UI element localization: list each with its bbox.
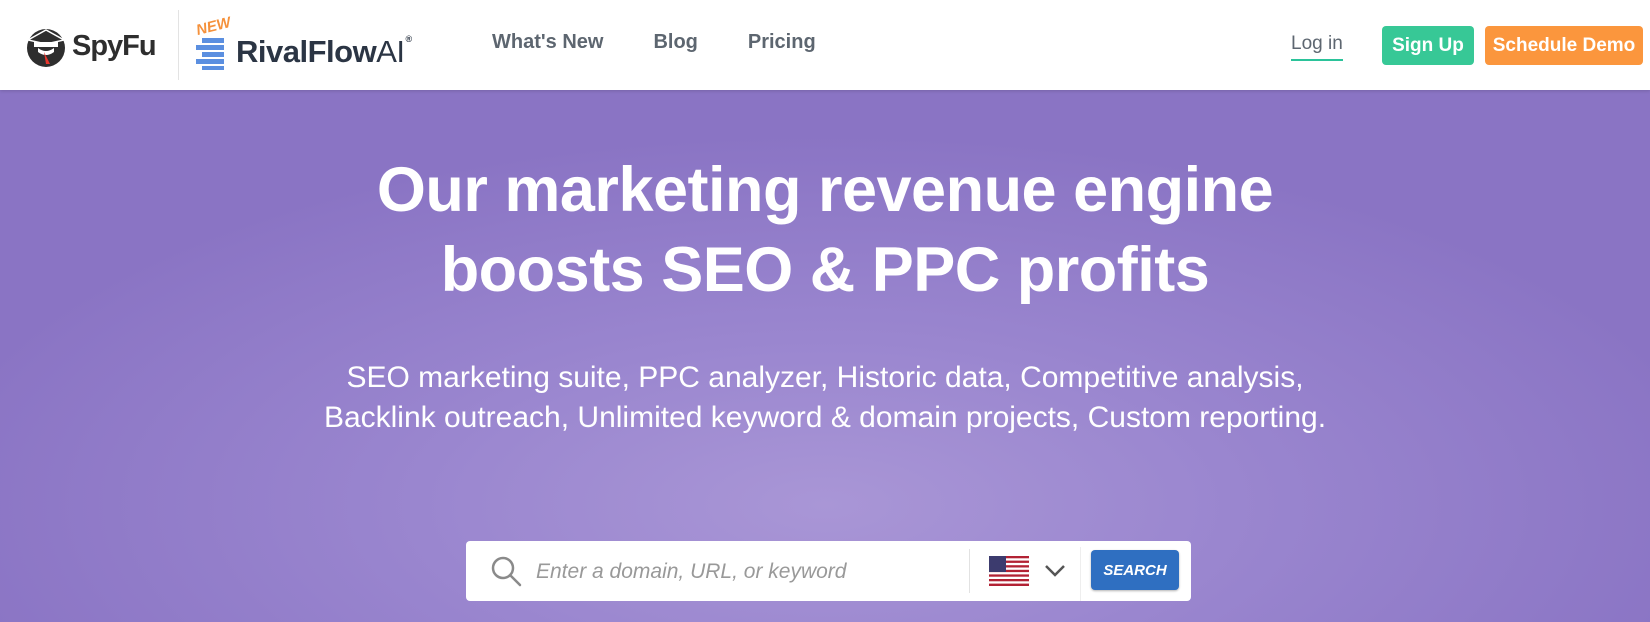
- hero-headline-line2: boosts SEO & PPC profits: [440, 235, 1210, 305]
- registered-mark: ®: [405, 34, 413, 44]
- rivalflow-stripes-icon: [196, 38, 224, 70]
- logo-divider: [178, 10, 179, 80]
- spyfu-spy-icon: [25, 29, 67, 67]
- schedule-demo-button[interactable]: Schedule Demo: [1485, 26, 1643, 65]
- hero-subhead: SEO marketing suite, PPC analyzer, Histo…: [323, 361, 1327, 434]
- spyfu-logo-text: SpyFu: [72, 29, 157, 62]
- main-nav: What's New Blog Pricing: [492, 31, 866, 54]
- country-select[interactable]: [989, 555, 1089, 587]
- search-icon: [491, 556, 522, 587]
- rivalflow-logo-text: RivalFlowAI®: [236, 32, 412, 72]
- search-bar: SEARCH: [466, 541, 1191, 601]
- nav-pricing[interactable]: Pricing: [748, 31, 816, 54]
- hero-headline-line1: Our marketing revenue engine: [376, 155, 1274, 225]
- search-divider-2: [1080, 547, 1081, 601]
- rivalflow-logo-ai: AI: [376, 34, 405, 69]
- search-button[interactable]: SEARCH: [1091, 550, 1179, 590]
- search-input[interactable]: [534, 553, 938, 591]
- hero-headline: Our marketing revenue engine boosts SEO …: [0, 150, 1650, 310]
- spyfu-logo[interactable]: SpyFu: [24, 24, 157, 68]
- us-flag-icon: [989, 556, 1029, 586]
- chevron-down-icon: [1045, 565, 1065, 577]
- rivalflow-logo-name: RivalFlow: [236, 34, 377, 69]
- site-header: SpyFu NEW RivalFlowAI® What's New Blog P…: [0, 0, 1650, 90]
- hero-section: Our marketing revenue engine boosts SEO …: [0, 90, 1650, 622]
- nav-blog[interactable]: Blog: [653, 31, 697, 54]
- rivalflow-logo[interactable]: NEW RivalFlowAI®: [194, 14, 412, 72]
- sign-up-button[interactable]: Sign Up: [1382, 26, 1474, 65]
- search-divider: [969, 549, 970, 593]
- login-link[interactable]: Log in: [1291, 33, 1343, 61]
- nav-whats-new[interactable]: What's New: [492, 31, 603, 54]
